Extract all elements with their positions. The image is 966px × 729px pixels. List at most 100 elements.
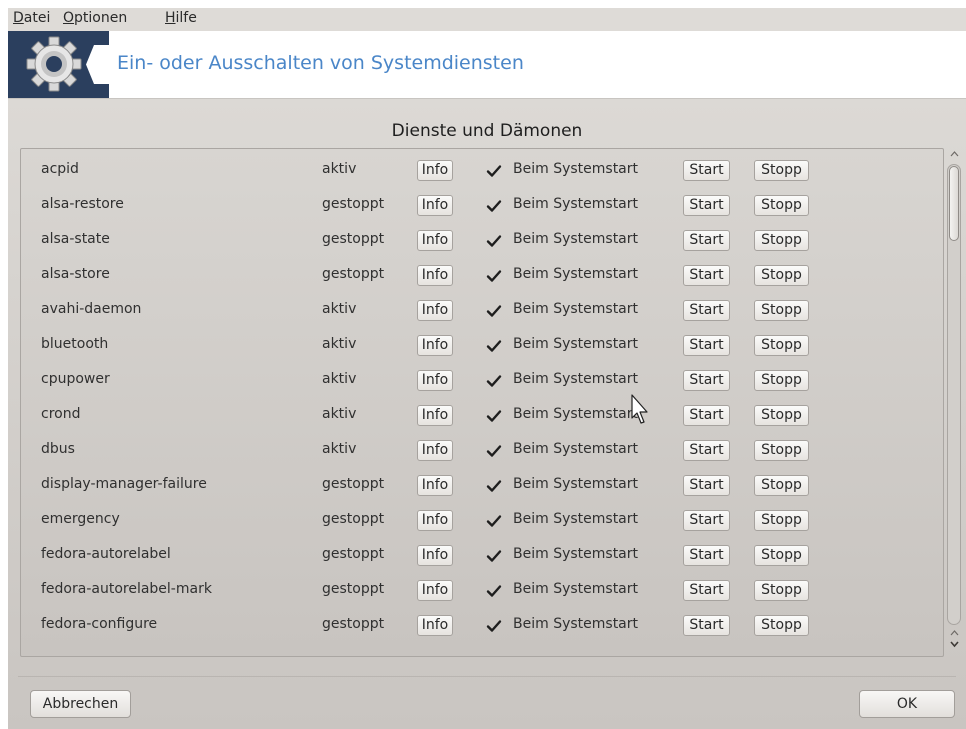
stop-button[interactable]: Stopp	[754, 230, 809, 251]
checkmark-icon	[486, 585, 502, 597]
ok-button[interactable]: OK	[859, 690, 955, 718]
service-row: cpupower aktiv Info Beim Systemstart Start St…	[21, 363, 943, 398]
service-state: gestoppt	[322, 266, 385, 282]
info-button[interactable]: Info	[417, 265, 453, 286]
start-button[interactable]: Start	[683, 370, 730, 391]
scrollbar-thumb[interactable]	[949, 166, 959, 241]
checkmark-icon	[486, 340, 502, 352]
start-button[interactable]: Start	[683, 405, 730, 426]
stop-button[interactable]: Stopp	[754, 615, 809, 636]
boot-checkbox[interactable]	[485, 232, 503, 250]
stop-button[interactable]: Stopp	[754, 370, 809, 391]
stop-button[interactable]: Stopp	[754, 265, 809, 286]
stop-button[interactable]: Stopp	[754, 195, 809, 216]
start-button[interactable]: Start	[683, 615, 730, 636]
stop-button[interactable]: Stopp	[754, 335, 809, 356]
boot-checkbox[interactable]	[485, 267, 503, 285]
info-button[interactable]: Info	[417, 615, 453, 636]
stop-button[interactable]: Stopp	[754, 405, 809, 426]
boot-checkbox[interactable]	[485, 582, 503, 600]
boot-checkbox[interactable]	[485, 337, 503, 355]
start-button[interactable]: Start	[683, 580, 730, 601]
boot-checkbox[interactable]	[485, 617, 503, 635]
info-button[interactable]: Info	[417, 335, 453, 356]
info-button[interactable]: Info	[417, 440, 453, 461]
boot-checkbox[interactable]	[485, 442, 503, 460]
info-button[interactable]: Info	[417, 195, 453, 216]
vertical-scrollbar[interactable]	[945, 148, 964, 657]
start-button[interactable]: Start	[683, 195, 730, 216]
boot-checkbox[interactable]	[485, 512, 503, 530]
boot-checkbox-label[interactable]: Beim Systemstart	[513, 301, 638, 317]
menu-optionen[interactable]: Optionen	[63, 10, 127, 26]
start-button[interactable]: Start	[683, 545, 730, 566]
boot-checkbox[interactable]	[485, 407, 503, 425]
boot-checkbox-label[interactable]: Beim Systemstart	[513, 546, 638, 562]
boot-checkbox-label[interactable]: Beim Systemstart	[513, 616, 638, 632]
cancel-button[interactable]: Abbrechen	[30, 690, 131, 718]
boot-checkbox-label[interactable]: Beim Systemstart	[513, 196, 638, 212]
stop-button[interactable]: Stopp	[754, 160, 809, 181]
start-button[interactable]: Start	[683, 335, 730, 356]
content-area: Dienste und Dämonen acpid aktiv Info Beim S…	[8, 99, 966, 729]
info-button[interactable]: Info	[417, 475, 453, 496]
stop-button[interactable]: Stopp	[754, 475, 809, 496]
service-name: alsa-store	[41, 266, 110, 282]
checkmark-icon	[486, 410, 502, 422]
start-button[interactable]: Start	[683, 510, 730, 531]
stop-button[interactable]: Stopp	[754, 300, 809, 321]
boot-checkbox-label[interactable]: Beim Systemstart	[513, 476, 638, 492]
service-state: gestoppt	[322, 231, 385, 247]
boot-checkbox[interactable]	[485, 547, 503, 565]
boot-checkbox[interactable]	[485, 477, 503, 495]
boot-checkbox-label[interactable]: Beim Systemstart	[513, 441, 638, 457]
boot-checkbox-label[interactable]: Beim Systemstart	[513, 511, 638, 527]
start-button[interactable]: Start	[683, 160, 730, 181]
service-name: display-manager-failure	[41, 476, 207, 492]
scroll-down-arrow-icon[interactable]	[949, 638, 960, 650]
start-button[interactable]: Start	[683, 230, 730, 251]
info-button[interactable]: Info	[417, 580, 453, 601]
menu-datei[interactable]: Datei	[13, 10, 50, 26]
checkmark-icon	[486, 270, 502, 282]
boot-checkbox-label[interactable]: Beim Systemstart	[513, 266, 638, 282]
checkmark-icon	[486, 515, 502, 527]
stop-button[interactable]: Stopp	[754, 580, 809, 601]
boot-checkbox-label[interactable]: Beim Systemstart	[513, 371, 638, 387]
boot-checkbox[interactable]	[485, 162, 503, 180]
service-state: gestoppt	[322, 616, 385, 632]
start-button[interactable]: Start	[683, 440, 730, 461]
checkmark-icon	[486, 550, 502, 562]
service-row: display-manager-failure gestoppt Info Beim …	[21, 468, 943, 503]
section-title: Dienste und Dämonen	[391, 121, 583, 141]
scroll-up-arrow-icon[interactable]	[949, 148, 960, 160]
checkmark-icon	[486, 305, 502, 317]
checkmark-icon	[486, 235, 502, 247]
info-button[interactable]: Info	[417, 545, 453, 566]
boot-checkbox[interactable]	[485, 197, 503, 215]
info-button[interactable]: Info	[417, 230, 453, 251]
boot-checkbox[interactable]	[485, 372, 503, 390]
boot-checkbox-label[interactable]: Beim Systemstart	[513, 406, 638, 422]
info-button[interactable]: Info	[417, 405, 453, 426]
scrollbar-track[interactable]	[947, 164, 961, 625]
footer-separator	[18, 676, 956, 677]
boot-checkbox-label[interactable]: Beim Systemstart	[513, 336, 638, 352]
boot-checkbox-label[interactable]: Beim Systemstart	[513, 581, 638, 597]
menubar: Datei Optionen Hilfe	[8, 8, 966, 31]
boot-checkbox-label[interactable]: Beim Systemstart	[513, 161, 638, 177]
start-button[interactable]: Start	[683, 300, 730, 321]
boot-checkbox-label[interactable]: Beim Systemstart	[513, 231, 638, 247]
stop-button[interactable]: Stopp	[754, 545, 809, 566]
info-button[interactable]: Info	[417, 160, 453, 181]
stop-button[interactable]: Stopp	[754, 510, 809, 531]
start-button[interactable]: Start	[683, 475, 730, 496]
service-state: aktiv	[322, 371, 357, 387]
stop-button[interactable]: Stopp	[754, 440, 809, 461]
menu-hilfe[interactable]: Hilfe	[165, 10, 197, 26]
start-button[interactable]: Start	[683, 265, 730, 286]
info-button[interactable]: Info	[417, 510, 453, 531]
info-button[interactable]: Info	[417, 300, 453, 321]
info-button[interactable]: Info	[417, 370, 453, 391]
boot-checkbox[interactable]	[485, 302, 503, 320]
